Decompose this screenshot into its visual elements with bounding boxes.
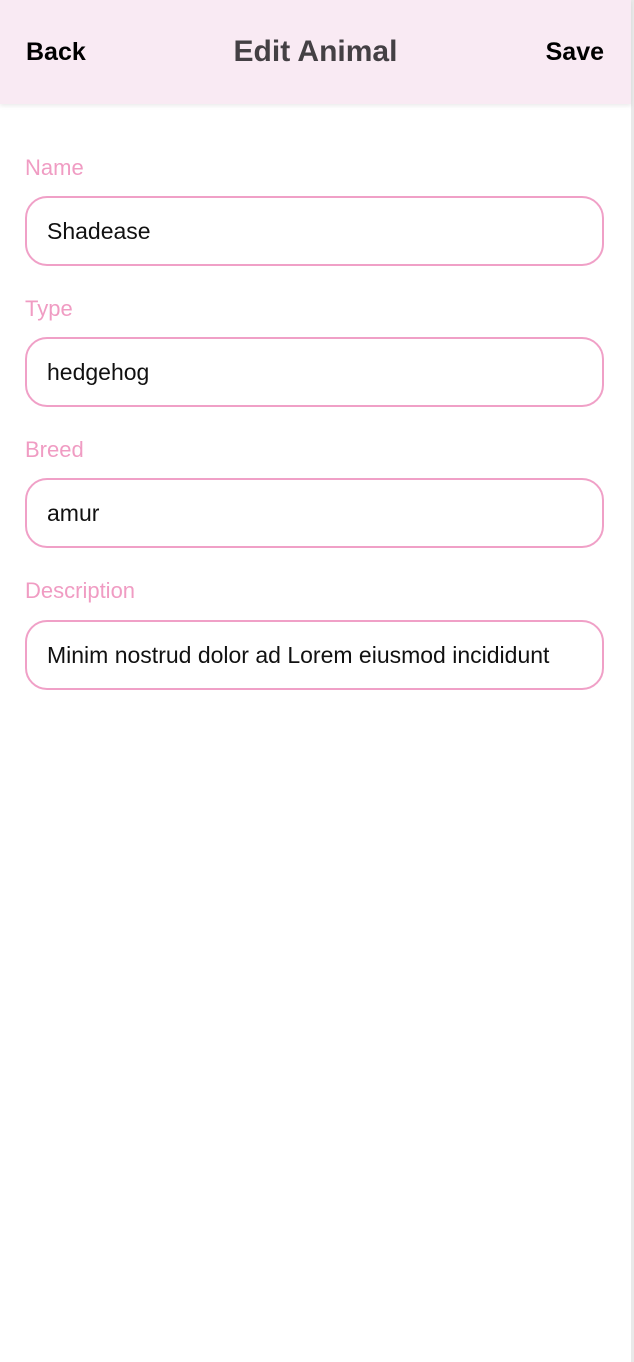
- edit-animal-screen: Back Edit Animal Save Name Type Breed De…: [0, 0, 634, 1362]
- page-title: Edit Animal: [233, 35, 398, 68]
- description-field[interactable]: [25, 620, 604, 690]
- header-bar: Back Edit Animal Save: [0, 0, 631, 104]
- name-label: Name: [25, 155, 84, 180]
- name-field[interactable]: [25, 196, 604, 266]
- save-button[interactable]: Save: [546, 36, 604, 68]
- type-label: Type: [25, 296, 73, 321]
- breed-field[interactable]: [25, 478, 604, 548]
- type-field[interactable]: [25, 337, 604, 407]
- description-label: Description: [25, 578, 136, 603]
- back-button[interactable]: Back: [26, 36, 86, 68]
- breed-label: Breed: [25, 437, 84, 462]
